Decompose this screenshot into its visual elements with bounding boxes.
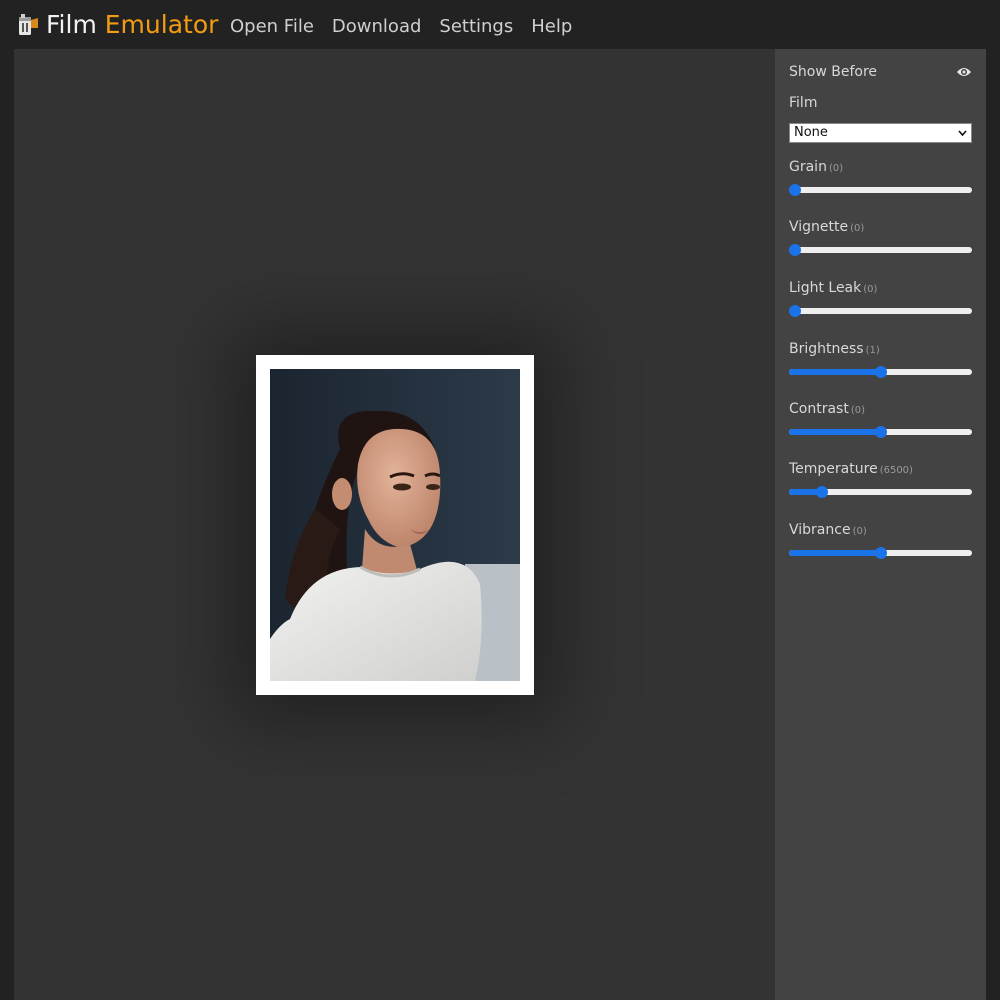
image-workspace: [14, 49, 775, 1000]
temperature-slider-thumb[interactable]: [815, 486, 828, 498]
temperature-slider[interactable]: [789, 486, 972, 498]
light-leak-slider-thumb[interactable]: [789, 305, 801, 317]
brightness-slider-fill: [789, 369, 881, 375]
eye-icon[interactable]: [956, 65, 972, 79]
contrast-slider-fill: [789, 429, 881, 435]
right-gutter: [986, 49, 1000, 1000]
vibrance-slider[interactable]: [789, 547, 972, 559]
grain-slider[interactable]: [789, 184, 972, 196]
nav-help[interactable]: Help: [531, 13, 572, 41]
film-canister-icon: [19, 14, 38, 35]
brightness-slider-thumb[interactable]: [874, 366, 887, 378]
show-before-label: Show Before: [789, 64, 877, 80]
vignette-control: Vignette (0): [789, 216, 972, 276]
contrast-control: Contrast (0): [789, 398, 972, 458]
vignette-slider-track: [789, 247, 972, 253]
header-bar: Film Emulator Open File Download Setting…: [0, 0, 1000, 49]
show-before-toggle[interactable]: Show Before: [789, 61, 972, 83]
brightness-slider[interactable]: [789, 366, 972, 378]
portrait-image: [270, 369, 520, 681]
contrast-slider-thumb[interactable]: [874, 426, 887, 438]
nav-settings[interactable]: Settings: [439, 13, 513, 41]
vignette-slider[interactable]: [789, 244, 972, 256]
temperature-control: Temperature (6500): [789, 458, 972, 518]
contrast-value: (0): [850, 405, 865, 416]
contrast-slider[interactable]: [789, 426, 972, 438]
app-title-emulator: Emulator: [104, 10, 219, 39]
grain-value: (0): [828, 163, 844, 174]
light-leak-slider[interactable]: [789, 305, 972, 317]
grain-label: Grain: [789, 159, 827, 175]
main-nav: Open File Download Settings Help: [230, 13, 572, 41]
light-leak-slider-track: [789, 308, 972, 314]
vibrance-label: Vibrance: [789, 522, 851, 538]
app-title[interactable]: Film Emulator: [46, 8, 218, 42]
brightness-value: (1): [865, 345, 880, 356]
brightness-label: Brightness: [789, 341, 864, 357]
light-leak-value: (0): [863, 284, 878, 295]
photo-frame: [256, 355, 534, 695]
light-leak-control: Light Leak (0): [789, 277, 972, 337]
temperature-label: Temperature: [789, 461, 878, 477]
film-select[interactable]: None: [789, 123, 972, 143]
grain-control: Grain (0): [789, 156, 972, 216]
grain-slider-track: [789, 187, 972, 193]
light-leak-label: Light Leak: [789, 280, 862, 296]
vibrance-slider-fill: [789, 550, 881, 556]
chevron-down-icon: [958, 130, 967, 137]
adjustments-sidebar: Show Before Film None Grain (0) Vignette(…: [775, 49, 986, 1000]
vignette-value: (0): [850, 223, 865, 234]
vignette-label: Vignette: [789, 219, 849, 235]
vibrance-slider-thumb[interactable]: [874, 547, 887, 559]
nav-download[interactable]: Download: [332, 13, 421, 41]
vibrance-value: (0): [852, 526, 867, 537]
app-title-film: Film: [46, 10, 97, 39]
film-select-value: None: [794, 125, 828, 140]
photo-preview: [270, 369, 520, 681]
contrast-label: Contrast: [789, 401, 849, 417]
film-label: Film: [789, 95, 818, 111]
grain-slider-thumb[interactable]: [789, 184, 801, 196]
vignette-slider-thumb[interactable]: [789, 244, 801, 256]
temperature-value: (6500): [879, 465, 913, 476]
nav-open-file[interactable]: Open File: [230, 13, 314, 41]
vibrance-control: Vibrance (0): [789, 519, 972, 579]
brightness-control: Brightness (1): [789, 338, 972, 398]
